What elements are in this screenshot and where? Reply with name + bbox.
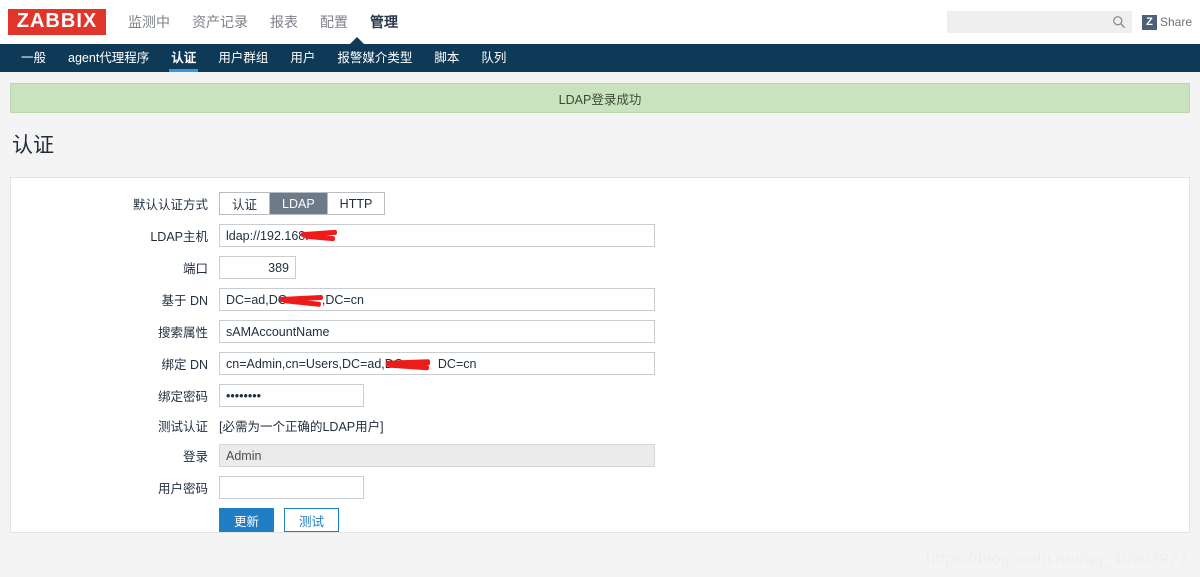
label-search-attribute: 搜索属性 [157,326,208,340]
field-bind-dn [219,352,655,375]
row-login: 登录 [11,444,1189,467]
auth-method-segmented-control: 认证 LDAP HTTP [219,192,386,215]
subnav-item-proxies[interactable]: agent代理程序 [57,44,160,72]
row-default-auth-method: 默认认证方式 认证 LDAP HTTP [11,192,1189,215]
subnav-item-user-groups[interactable]: 用户群组 [207,44,279,72]
success-message-text: LDAP登录成功 [558,92,642,107]
form-action-buttons: 更新 测试 [219,508,340,532]
topnav-item-inventory[interactable]: 资产记录 [192,0,248,44]
topnav-item-configuration[interactable]: 配置 [320,0,348,44]
subnav-item-media-types[interactable]: 报警媒介类型 [326,44,423,72]
user-password-input[interactable] [219,476,364,499]
search-input[interactable] [946,11,1132,33]
row-form-buttons: 更新 测试 [11,508,1189,532]
label-login: 登录 [182,450,208,464]
authentication-form-panel: 默认认证方式 认证 LDAP HTTP LDAP主机 端口 [10,177,1190,533]
zabbix-page: ZABBIX 监测中 资产记录 报表 配置 管理 Z Share 一般 agen… [0,0,1200,577]
ldap-host-input[interactable] [219,224,655,247]
topnav-item-monitoring[interactable]: 监测中 [128,0,170,44]
port-input[interactable] [219,256,296,279]
label-bind-dn: 绑定 DN [161,358,208,372]
row-bind-password: 绑定密码 [11,384,1189,407]
search-attribute-input[interactable] [219,320,655,343]
field-test-authentication-hint: [必需为一个正确的LDAP用户] [219,416,384,435]
auth-method-option-internal[interactable]: 认证 [220,193,271,214]
login-input [219,444,655,467]
field-default-auth-method: 认证 LDAP HTTP [219,192,386,215]
share-label: Share [1159,15,1192,29]
field-base-dn [219,288,655,311]
field-user-password [219,476,364,499]
row-base-dn: 基于 DN [11,288,1189,311]
subnav-item-queue[interactable]: 队列 [470,44,517,72]
share-button[interactable]: Z Share [1141,14,1192,30]
zabbix-logo[interactable]: ZABBIX [8,8,106,35]
success-message-bar: LDAP登录成功 [10,83,1190,113]
field-port [219,256,296,279]
row-ldap-host: LDAP主机 [11,224,1189,247]
label-test-authentication: 测试认证 [157,420,208,434]
field-login [219,444,655,467]
label-port: 端口 [182,262,208,276]
header-right-area: Z Share [946,0,1192,44]
update-button[interactable]: 更新 [219,508,275,532]
row-bind-dn: 绑定 DN [11,352,1189,375]
subnav-item-users[interactable]: 用户 [279,44,326,72]
row-port: 端口 [11,256,1189,279]
share-badge-icon: Z [1141,14,1157,30]
label-user-password: 用户密码 [157,482,208,496]
field-ldap-host [219,224,655,247]
row-user-password: 用户密码 [11,476,1189,499]
test-authentication-hint: [必需为一个正确的LDAP用户] [219,420,384,434]
bind-dn-input[interactable] [219,352,655,375]
subnav-item-authentication[interactable]: 认证 [160,44,207,72]
label-base-dn: 基于 DN [161,294,208,308]
subnav-item-general[interactable]: 一般 [10,44,57,72]
topnav-item-administration[interactable]: 管理 [370,0,398,44]
auth-method-option-ldap[interactable]: LDAP [270,193,328,214]
label-default-auth-method: 默认认证方式 [132,198,208,212]
field-bind-password [219,384,364,407]
auth-method-option-http[interactable]: HTTP [327,193,385,214]
search-box[interactable] [946,11,1132,33]
field-search-attribute [219,320,655,343]
watermark-text: https://blog.csdn.net/qq_40907977 [925,551,1188,568]
subnav-item-scripts[interactable]: 脚本 [423,44,470,72]
test-button[interactable]: 测试 [284,508,340,532]
page-title: 认证 [12,134,54,157]
row-search-attribute: 搜索属性 [11,320,1189,343]
topnav-item-reports[interactable]: 报表 [270,0,298,44]
top-header: ZABBIX 监测中 资产记录 报表 配置 管理 Z Share [0,0,1200,44]
sub-navigation: 一般 agent代理程序 认证 用户群组 用户 报警媒介类型 脚本 队列 [0,37,1200,72]
bind-password-input[interactable] [219,384,364,407]
label-ldap-host: LDAP主机 [150,230,208,244]
row-test-authentication: 测试认证 [必需为一个正确的LDAP用户] [11,416,1189,435]
label-bind-password: 绑定密码 [157,390,208,404]
